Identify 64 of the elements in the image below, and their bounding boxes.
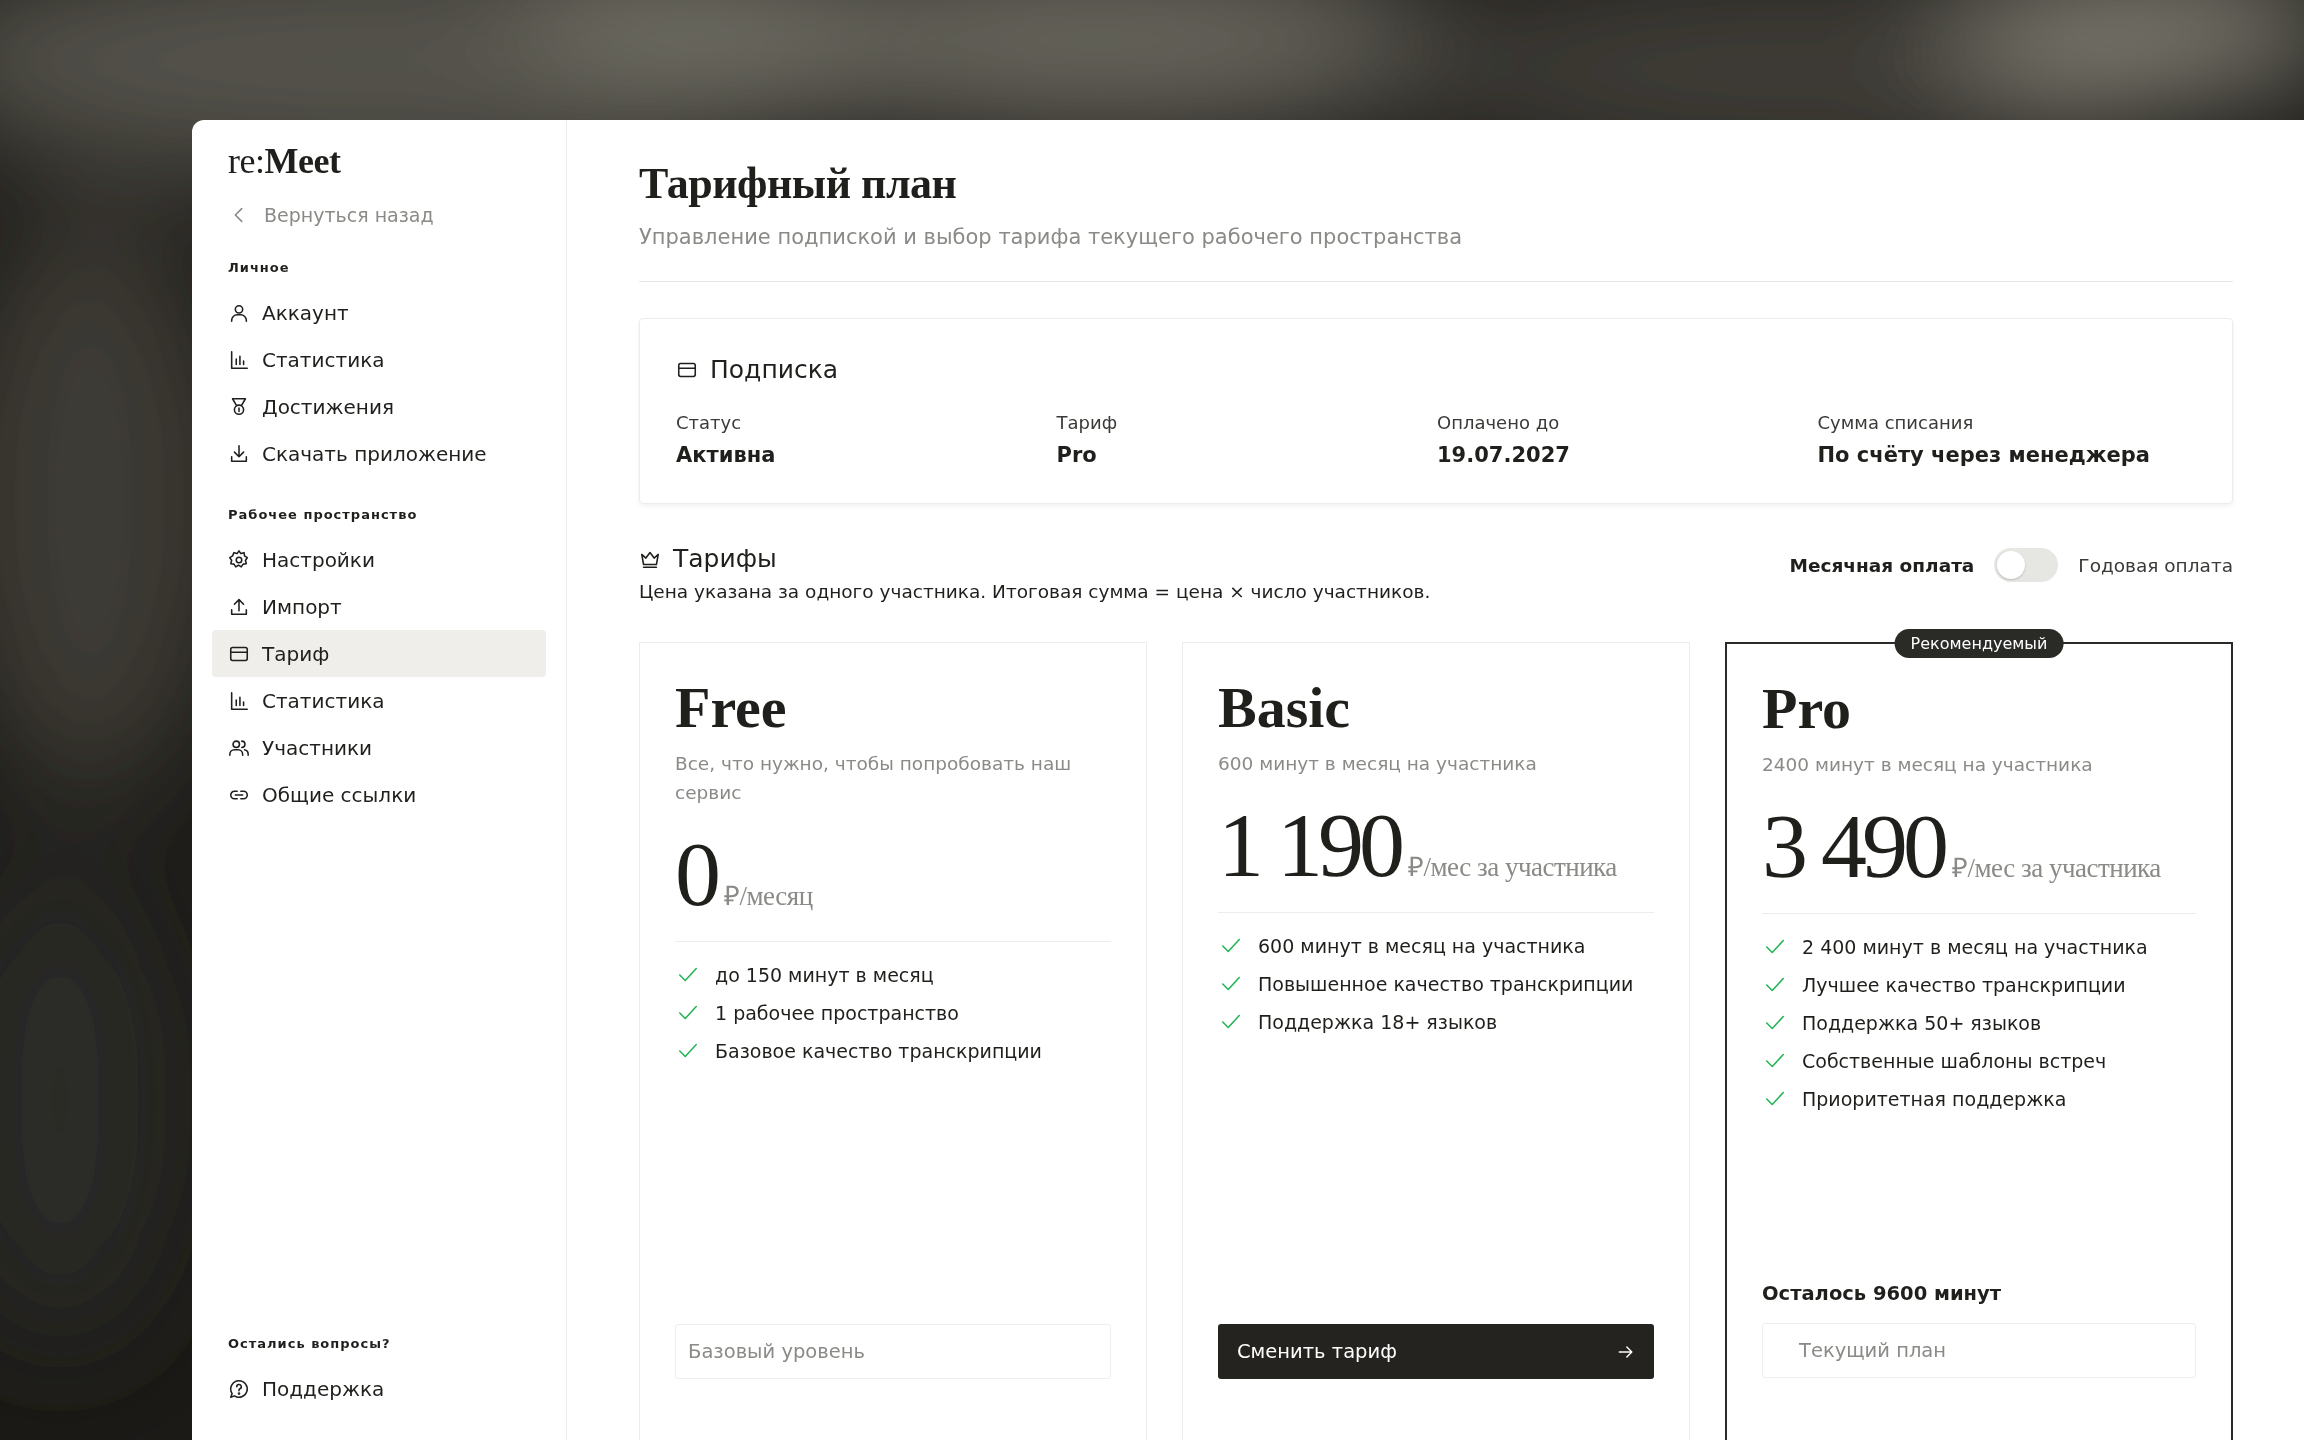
sidebar-item[interactable]: Статистика [212, 677, 546, 724]
feature-text: Повышенное качество транскрипции [1258, 973, 1634, 995]
plan-description: Все, что нужно, чтобы попробовать наш сервис [675, 752, 1073, 805]
plan-price: 1 190 [1218, 794, 1400, 896]
feature-text: Поддержка 18+ языков [1258, 1011, 1498, 1033]
plan-price: 3 490 [1762, 795, 1944, 897]
plan-name: Basic [1218, 679, 1352, 737]
field-value: По счёту через менеджера [1817, 443, 2151, 467]
card-title: Подписка [710, 355, 839, 384]
page-subtitle: Управление подпиской и выбор тарифа текущего рабочего пространства [639, 225, 1463, 249]
change-plan-button[interactable]: Сменить тариф [1218, 1324, 1654, 1379]
current-plan-label: Текущий план [1762, 1323, 2196, 1378]
plan-description: 2400 минут в месяц на участника [1762, 753, 2094, 777]
plan-description: 600 минут в месяц на участника [1218, 752, 1538, 776]
price-unit: ₽/мес за участника [1408, 852, 1617, 882]
plan-name: Pro [1762, 680, 1853, 738]
feature-text: 1 рабочее пространство [715, 1002, 959, 1024]
feature-text: Базовое качество транскрипции [715, 1040, 1042, 1062]
field-label: Тариф [1056, 412, 1119, 433]
pricing-note: Цена указана за одного участника. Итоговая сумма = цена × число участников. [639, 581, 1431, 602]
plan-price: 0 [675, 823, 716, 925]
sidebar-item[interactable]: Аккаунт [212, 289, 546, 336]
feature-text: Приоритетная поддержка [1802, 1088, 2067, 1110]
feature-text: Поддержка 50+ языков [1802, 1012, 2042, 1034]
feature-text: Собственные шаблоны встреч [1802, 1050, 2107, 1072]
help-icon [228, 1377, 250, 1400]
plan-name: Free [675, 679, 788, 737]
price-unit: ₽/мес за участника [1952, 853, 2161, 883]
page-title: Тарифный план [639, 158, 958, 209]
sidebar-item[interactable]: Поддержка [212, 1365, 546, 1412]
section-title: Личное [228, 260, 290, 275]
section-heading: Тарифы [673, 544, 777, 573]
sidebar-item[interactable]: Достижения [212, 383, 546, 430]
field-label: Статус [676, 412, 743, 433]
sidebar-item[interactable]: Настройки [212, 536, 546, 583]
feature-text: Лучшее качество транскрипции [1802, 974, 2126, 996]
logo: re:Meet [228, 140, 341, 182]
price-unit: ₽/месяц [724, 881, 813, 911]
download-icon [228, 442, 250, 465]
sidebar-item[interactable]: Импорт [212, 583, 546, 630]
sidebar-item[interactable]: Участники [212, 724, 546, 771]
field-label: Сумма списания [1817, 412, 1975, 433]
sidebar-item[interactable]: Тариф [212, 630, 546, 677]
sidebar-item[interactable]: Статистика [212, 336, 546, 383]
toggle-label: Месячная оплата [1789, 554, 1975, 576]
feature-text: до 150 минут в месяц [715, 964, 934, 986]
field-value: 19.07.2027 [1437, 443, 1571, 467]
toggle-label: Годовая оплата [2078, 554, 2233, 576]
remaining-minutes: Осталось 9600 минут [1762, 1282, 2003, 1305]
bar-chart-icon [228, 348, 250, 371]
field-value: Активна [676, 443, 777, 467]
recommended-badge: Рекомендуемый [1894, 629, 2064, 658]
section-title: Остались вопросы? [228, 1336, 392, 1351]
feature-text: 2 400 минут в месяц на участника [1802, 936, 2148, 958]
field-label: Оплачено до [1437, 412, 1561, 433]
settings-icon [228, 548, 250, 571]
section-title: Рабочее пространство [228, 507, 418, 522]
field-value: Pro [1056, 443, 1098, 467]
sidebar-item[interactable]: Скачать приложение [212, 430, 546, 477]
billing-toggle[interactable] [1994, 548, 2059, 582]
plan-level-label: Базовый уровень [675, 1324, 1111, 1379]
bar-chart-icon [228, 689, 250, 712]
feature-text: 600 минут в месяц на участника [1258, 935, 1586, 957]
sidebar-item[interactable]: Общие ссылки [212, 771, 546, 818]
